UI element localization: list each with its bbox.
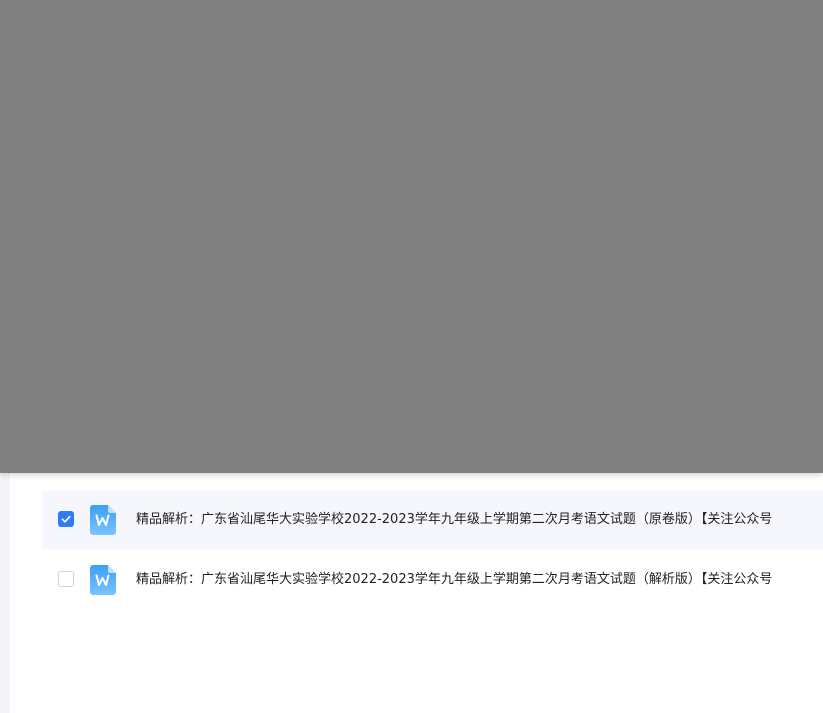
check-icon <box>61 515 71 523</box>
sidebar-edge <box>0 473 10 713</box>
file-row[interactable]: 精品解析：广东省汕尾华大实验学校2022-2023学年九年级上学期第二次月考语文… <box>42 491 823 549</box>
file-checkbox-checked[interactable] <box>58 511 74 527</box>
word-doc-icon <box>90 505 116 535</box>
app-root: 精品解析：广东省汕尾华大实验学校2022-2023学年九年级上学期第二次月考语文… <box>0 0 823 713</box>
file-name[interactable]: 精品解析：广东省汕尾华大实验学校2022-2023学年九年级上学期第二次月考语文… <box>136 570 772 590</box>
file-list: 精品解析：广东省汕尾华大实验学校2022-2023学年九年级上学期第二次月考语文… <box>10 473 823 713</box>
word-doc-icon <box>90 565 116 595</box>
file-row[interactable]: 精品解析：广东省汕尾华大实验学校2022-2023学年九年级上学期第二次月考语文… <box>42 551 823 609</box>
file-name[interactable]: 精品解析：广东省汕尾华大实验学校2022-2023学年九年级上学期第二次月考语文… <box>136 510 772 530</box>
modal-overlay <box>0 0 823 473</box>
file-checkbox-unchecked[interactable] <box>58 571 74 587</box>
